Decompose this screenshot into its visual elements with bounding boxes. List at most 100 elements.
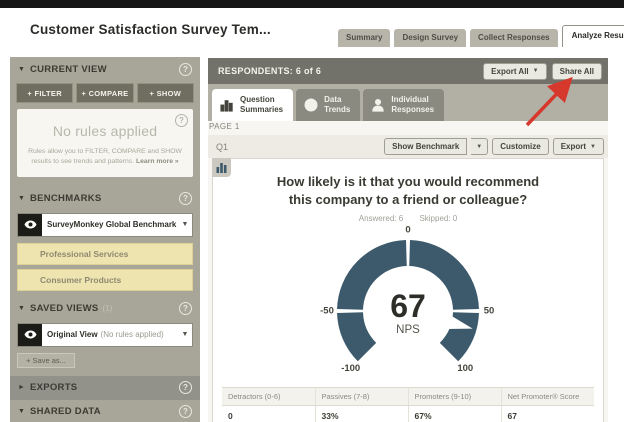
- survey-nav-tabs: Summary Design Survey Collect Responses …: [338, 25, 624, 47]
- survey-title: Customer Satisfaction Survey Tem...: [30, 22, 271, 37]
- help-icon[interactable]: ?: [179, 405, 192, 418]
- saved-view-dropdown[interactable]: Original View(No rules applied) ▼: [17, 323, 193, 347]
- benchmark-item-professional-services[interactable]: Professional Services: [17, 243, 193, 265]
- help-icon[interactable]: ?: [175, 114, 188, 127]
- no-rules-description: Rules allow you to FILTER, COMPARE and S…: [27, 147, 183, 167]
- question-stats: Answered: 6 Skipped: 0: [213, 214, 603, 223]
- table-value-row: 00 33%2 67%4 67: [222, 406, 594, 422]
- filter-button[interactable]: + FILTER: [16, 83, 73, 103]
- customize-button[interactable]: Customize: [492, 138, 548, 155]
- svg-text:NPS: NPS: [396, 324, 420, 336]
- chevron-down-icon: ▼: [18, 66, 25, 73]
- chevron-down-icon: ▼: [178, 324, 192, 346]
- show-button[interactable]: + SHOW: [137, 83, 194, 103]
- benchmark-selected: SurveyMonkey Global Benchmark: [42, 214, 178, 236]
- tab-design-survey[interactable]: Design Survey: [394, 29, 466, 47]
- exports-header[interactable]: ► EXPORTS ?: [10, 376, 200, 400]
- tab-summary[interactable]: Summary: [338, 29, 390, 47]
- help-icon[interactable]: ?: [179, 302, 192, 315]
- chevron-down-icon: ▼: [18, 195, 25, 202]
- svg-text:67: 67: [390, 288, 426, 324]
- person-icon: [371, 98, 385, 112]
- svg-text:-50: -50: [320, 306, 334, 317]
- results-content: PAGE 1 Q1 Show Benchmark ▼ Customize Exp…: [208, 121, 608, 422]
- benchmark-item-consumer-products[interactable]: Consumer Products: [17, 269, 193, 291]
- rule-buttons: + FILTER + COMPARE + SHOW: [10, 81, 200, 103]
- table-header-row: Detractors (0-6) Passives (7-8) Promoter…: [222, 388, 594, 406]
- learn-more-link[interactable]: Learn more »: [136, 158, 179, 165]
- clock-icon: [304, 98, 318, 112]
- chevron-down-icon: ▼: [18, 305, 25, 312]
- chevron-right-icon: ►: [18, 384, 25, 391]
- tab-label: DataTrends: [324, 95, 350, 115]
- nps-cell: 67: [501, 406, 594, 422]
- analyze-results-screen: Customer Satisfaction Survey Tem... Summ…: [0, 0, 624, 422]
- eye-icon: [18, 214, 42, 236]
- tab-question-summaries[interactable]: QuestionSummaries: [212, 89, 293, 121]
- help-icon[interactable]: ?: [179, 63, 192, 76]
- browser-chrome-bar: [0, 0, 624, 8]
- tab-data-trends[interactable]: DataTrends: [296, 89, 360, 121]
- col-passives: Passives (7-8): [315, 388, 408, 406]
- passives-cell: 33%2: [315, 406, 408, 422]
- tab-analyze-results[interactable]: Analyze Results: [562, 25, 624, 47]
- analysis-tabstrip: QuestionSummaries DataTrends IndividualR…: [208, 84, 608, 121]
- respondents-count: RESPONDENTS: 6 of 6: [218, 66, 321, 76]
- question-toolbar: Q1 Show Benchmark ▼ Customize Export▼: [208, 135, 608, 158]
- saved-views-title: SAVED VIEWS: [30, 303, 99, 314]
- bar-chart-icon: [220, 98, 234, 112]
- col-nps: Net Promoter® Score: [501, 388, 594, 406]
- svg-text:0: 0: [405, 225, 410, 236]
- answered-count: Answered: 6: [359, 214, 403, 223]
- question-card: How likely is it that you would recommen…: [212, 158, 604, 422]
- question-number: Q1: [216, 142, 228, 152]
- saved-views-count: (1): [103, 304, 113, 313]
- shared-data-title: SHARED DATA: [30, 406, 101, 417]
- tab-label: IndividualResponses: [391, 95, 434, 115]
- tab-individual-responses[interactable]: IndividualResponses: [363, 89, 444, 121]
- tab-label: QuestionSummaries: [240, 95, 283, 115]
- benchmark-dropdown[interactable]: SurveyMonkey Global Benchmark ▼: [17, 213, 193, 237]
- skipped-count: Skipped: 0: [419, 214, 457, 223]
- nps-gauge: -100-5005010067NPS: [297, 225, 519, 383]
- eye-icon: [18, 324, 42, 346]
- save-as-button[interactable]: + Save as...: [17, 353, 75, 368]
- shared-data-header[interactable]: ▼ SHARED DATA ?: [10, 400, 200, 422]
- show-benchmark-caret[interactable]: ▼: [471, 138, 488, 155]
- help-icon[interactable]: ?: [179, 192, 192, 205]
- main-panel: RESPONDENTS: 6 of 6 Export All▼ Share Al…: [208, 58, 608, 422]
- chart-thumbnail-icon: [212, 158, 231, 177]
- benchmarks-header[interactable]: ▼ BENCHMARKS ?: [10, 187, 200, 211]
- benchmarks-title: BENCHMARKS: [30, 193, 102, 204]
- chevron-down-icon: ▼: [178, 214, 192, 236]
- col-detractors: Detractors (0-6): [222, 388, 315, 406]
- nps-breakdown-table: Detractors (0-6) Passives (7-8) Promoter…: [222, 387, 594, 422]
- respondents-bar: RESPONDENTS: 6 of 6 Export All▼ Share Al…: [208, 58, 608, 84]
- saved-views-header[interactable]: ▼ SAVED VIEWS (1) ?: [10, 297, 200, 321]
- col-promoters: Promoters (9-10): [408, 388, 501, 406]
- detractors-cell: 00: [222, 406, 315, 422]
- show-benchmark-button[interactable]: Show Benchmark: [384, 138, 467, 155]
- promoters-cell: 67%4: [408, 406, 501, 422]
- current-view-header[interactable]: ▼ CURRENT VIEW ?: [10, 57, 200, 81]
- page-label: PAGE 1: [209, 122, 240, 131]
- question-title: How likely is it that you would recommen…: [213, 173, 603, 208]
- chevron-down-icon: ▼: [18, 408, 25, 415]
- help-icon[interactable]: ?: [179, 381, 192, 394]
- exports-title: EXPORTS: [30, 382, 78, 393]
- no-rules-title: No rules applied: [27, 123, 183, 139]
- chevron-down-icon: ▼: [590, 144, 596, 150]
- share-all-button[interactable]: Share All: [552, 63, 602, 80]
- compare-button[interactable]: + COMPARE: [76, 83, 133, 103]
- export-button[interactable]: Export▼: [553, 138, 604, 155]
- svg-text:100: 100: [457, 363, 473, 374]
- svg-text:-100: -100: [341, 363, 360, 374]
- no-rules-box: ? No rules applied Rules allow you to FI…: [17, 109, 193, 177]
- tab-collect-responses[interactable]: Collect Responses: [470, 29, 558, 47]
- show-benchmark-split-button: Show Benchmark ▼: [380, 138, 488, 155]
- saved-view-selected: Original View(No rules applied): [42, 324, 178, 346]
- sidebar: ▼ CURRENT VIEW ? + FILTER + COMPARE + SH…: [10, 57, 200, 422]
- chevron-down-icon: ▼: [533, 68, 539, 74]
- export-all-button[interactable]: Export All▼: [483, 63, 546, 80]
- chevron-down-icon: ▼: [476, 144, 482, 150]
